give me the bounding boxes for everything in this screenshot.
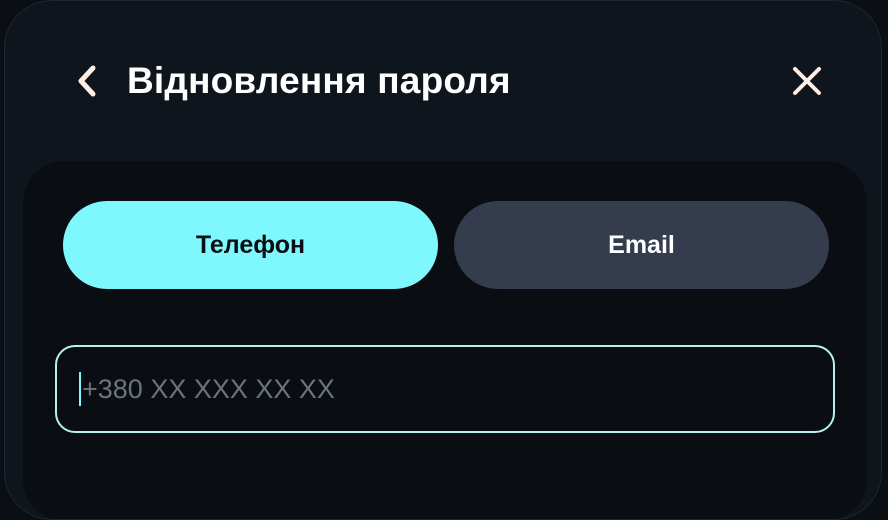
recovery-method-tabs: Телефон Email (63, 201, 829, 289)
modal-header: Відновлення пароля (5, 1, 881, 161)
close-icon (793, 67, 821, 95)
password-recovery-modal: Відновлення пароля Телефон Email (4, 0, 882, 520)
back-button[interactable] (65, 59, 109, 103)
text-caret (79, 372, 81, 406)
recovery-panel: Телефон Email (23, 161, 867, 519)
phone-input[interactable] (82, 359, 833, 419)
chevron-left-icon (78, 65, 96, 97)
page-title: Відновлення пароля (127, 60, 511, 101)
phone-field[interactable] (55, 345, 835, 433)
close-button[interactable] (785, 59, 829, 103)
tab-email[interactable]: Email (454, 201, 829, 289)
tab-phone[interactable]: Телефон (63, 201, 438, 289)
